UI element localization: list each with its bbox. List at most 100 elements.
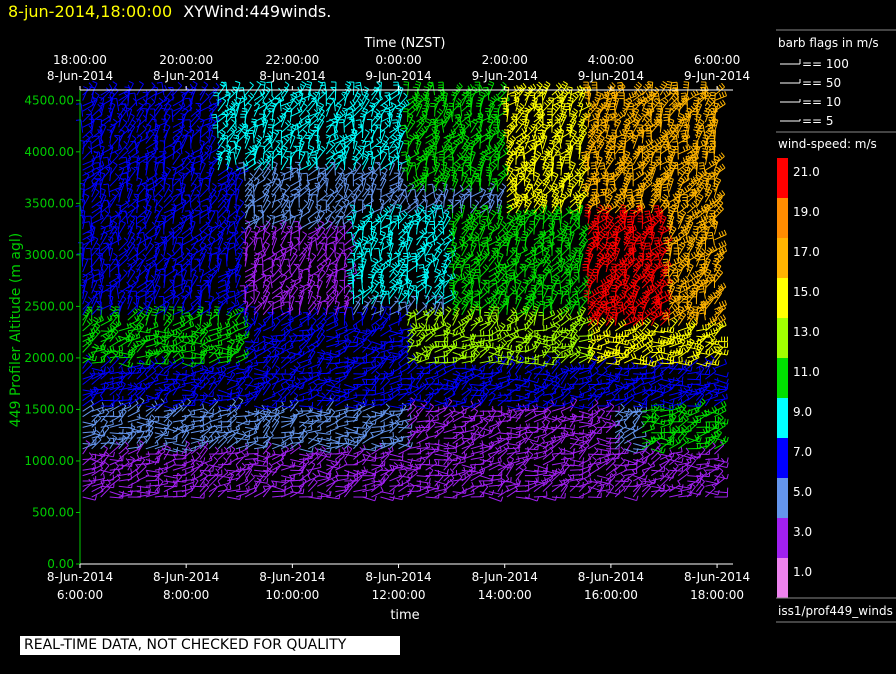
- barb-flag: [166, 167, 170, 170]
- barb-flag: [97, 243, 101, 246]
- barb-flag: [105, 210, 109, 213]
- barb-flag: [213, 484, 217, 487]
- barb-flag: [179, 337, 182, 341]
- barb-flag: [208, 266, 211, 270]
- barb-flag: [90, 226, 95, 227]
- barb-flag: [166, 314, 170, 317]
- barb-staff: [200, 130, 210, 138]
- barb-flag: [183, 333, 184, 338]
- barb-staff: [119, 111, 126, 122]
- barb-staff: [92, 210, 102, 218]
- barb-staff: [209, 477, 218, 486]
- barb-flag: [160, 366, 164, 369]
- barb-flag: [186, 168, 190, 171]
- wind-barb: [173, 82, 182, 95]
- barb-staff: [83, 422, 96, 425]
- barb-flag: [159, 488, 160, 493]
- barb-flag: [112, 259, 117, 260]
- wind-barb: [182, 446, 196, 451]
- barb-staff: [110, 177, 119, 186]
- barb-flag: [104, 367, 105, 372]
- barb-staff: [182, 413, 191, 422]
- barb-flag: [169, 189, 173, 192]
- barb-staff: [119, 357, 132, 358]
- barb-flag: [150, 114, 154, 117]
- barb-staff: [191, 409, 204, 412]
- barb-flag: [97, 130, 102, 131]
- wind-barb: [200, 93, 209, 106]
- barb-flag: [115, 211, 119, 215]
- barb-flag: [86, 441, 90, 444]
- barb-flag: [161, 216, 166, 217]
- barb-flag: [131, 269, 135, 272]
- barb-flag: [124, 238, 128, 241]
- barb-flag: [89, 83, 92, 87]
- barb-flag: [112, 352, 116, 355]
- barb-flag: [124, 87, 129, 88]
- barb-staff: [173, 283, 185, 288]
- barb-flag: [165, 85, 167, 90]
- barb-flag: [122, 367, 123, 372]
- wind-barb: [75, 206, 82, 219]
- barb-flag: [130, 93, 135, 94]
- wind-barb: [164, 281, 174, 293]
- barb-staff: [155, 374, 168, 376]
- barb-staff: [119, 486, 132, 487]
- barb-staff: [164, 185, 170, 196]
- barb-flag: [178, 173, 182, 176]
- barb-flag: [121, 104, 126, 105]
- barb-flag: [131, 205, 135, 208]
- barb-flag: [107, 316, 109, 320]
- barb-flag: [159, 194, 163, 197]
- barb-staff: [155, 363, 168, 364]
- barb-staff: [83, 497, 96, 500]
- barb-flag: [203, 473, 207, 476]
- wind-barb: [128, 406, 140, 416]
- barb-flag: [206, 377, 209, 381]
- barb-flag: [113, 253, 117, 256]
- barb-staff: [110, 460, 123, 461]
- barb-flag: [187, 337, 190, 341]
- barb-flag: [113, 346, 114, 351]
- barb-flag: [147, 150, 149, 155]
- barb-flag: [103, 336, 107, 339]
- barb-staff: [119, 299, 126, 310]
- barb-flag: [175, 141, 180, 142]
- barb-flag: [204, 366, 208, 369]
- barb-staff: [200, 395, 213, 396]
- barb-flag: [184, 130, 188, 133]
- barb-flag: [162, 172, 167, 173]
- wind-barb: [83, 361, 92, 374]
- barb-staff: [92, 362, 105, 363]
- bottom-axis-label: time: [390, 608, 419, 623]
- barb-flag: [109, 84, 112, 88]
- barb-flag: [169, 361, 173, 364]
- barb-flag: [113, 452, 114, 457]
- top-axis-label: Time (NZST): [364, 36, 446, 51]
- barb-staff: [128, 170, 136, 180]
- barb-staff: [101, 196, 106, 208]
- wind-profile-chart: 449 Profiler Altitude (m agl) Time (NZST…: [0, 0, 896, 674]
- wind-barb: [137, 483, 151, 488]
- barb-flag: [106, 168, 110, 171]
- wind-barb: [177, 307, 182, 320]
- barb-flag: [156, 322, 158, 327]
- barb-flag: [185, 151, 189, 154]
- barb-flag: [85, 222, 90, 223]
- barb-flag: [89, 87, 94, 88]
- barb-flag: [123, 119, 127, 122]
- barb-staff: [162, 82, 164, 95]
- barb-flag: [185, 345, 186, 350]
- barb-flag: [205, 479, 209, 482]
- barb-flag: [140, 360, 144, 363]
- barb-flag: [102, 161, 104, 166]
- barb-staff: [155, 197, 163, 207]
- barb-flag: [115, 152, 119, 155]
- barb-flag: [94, 248, 99, 249]
- barb-flag: [100, 395, 103, 399]
- wind-barb: [83, 478, 95, 487]
- barb-flag: [132, 136, 136, 139]
- barb-flag: [179, 173, 184, 174]
- barb-flag: [184, 286, 189, 287]
- barb-flag: [83, 87, 88, 89]
